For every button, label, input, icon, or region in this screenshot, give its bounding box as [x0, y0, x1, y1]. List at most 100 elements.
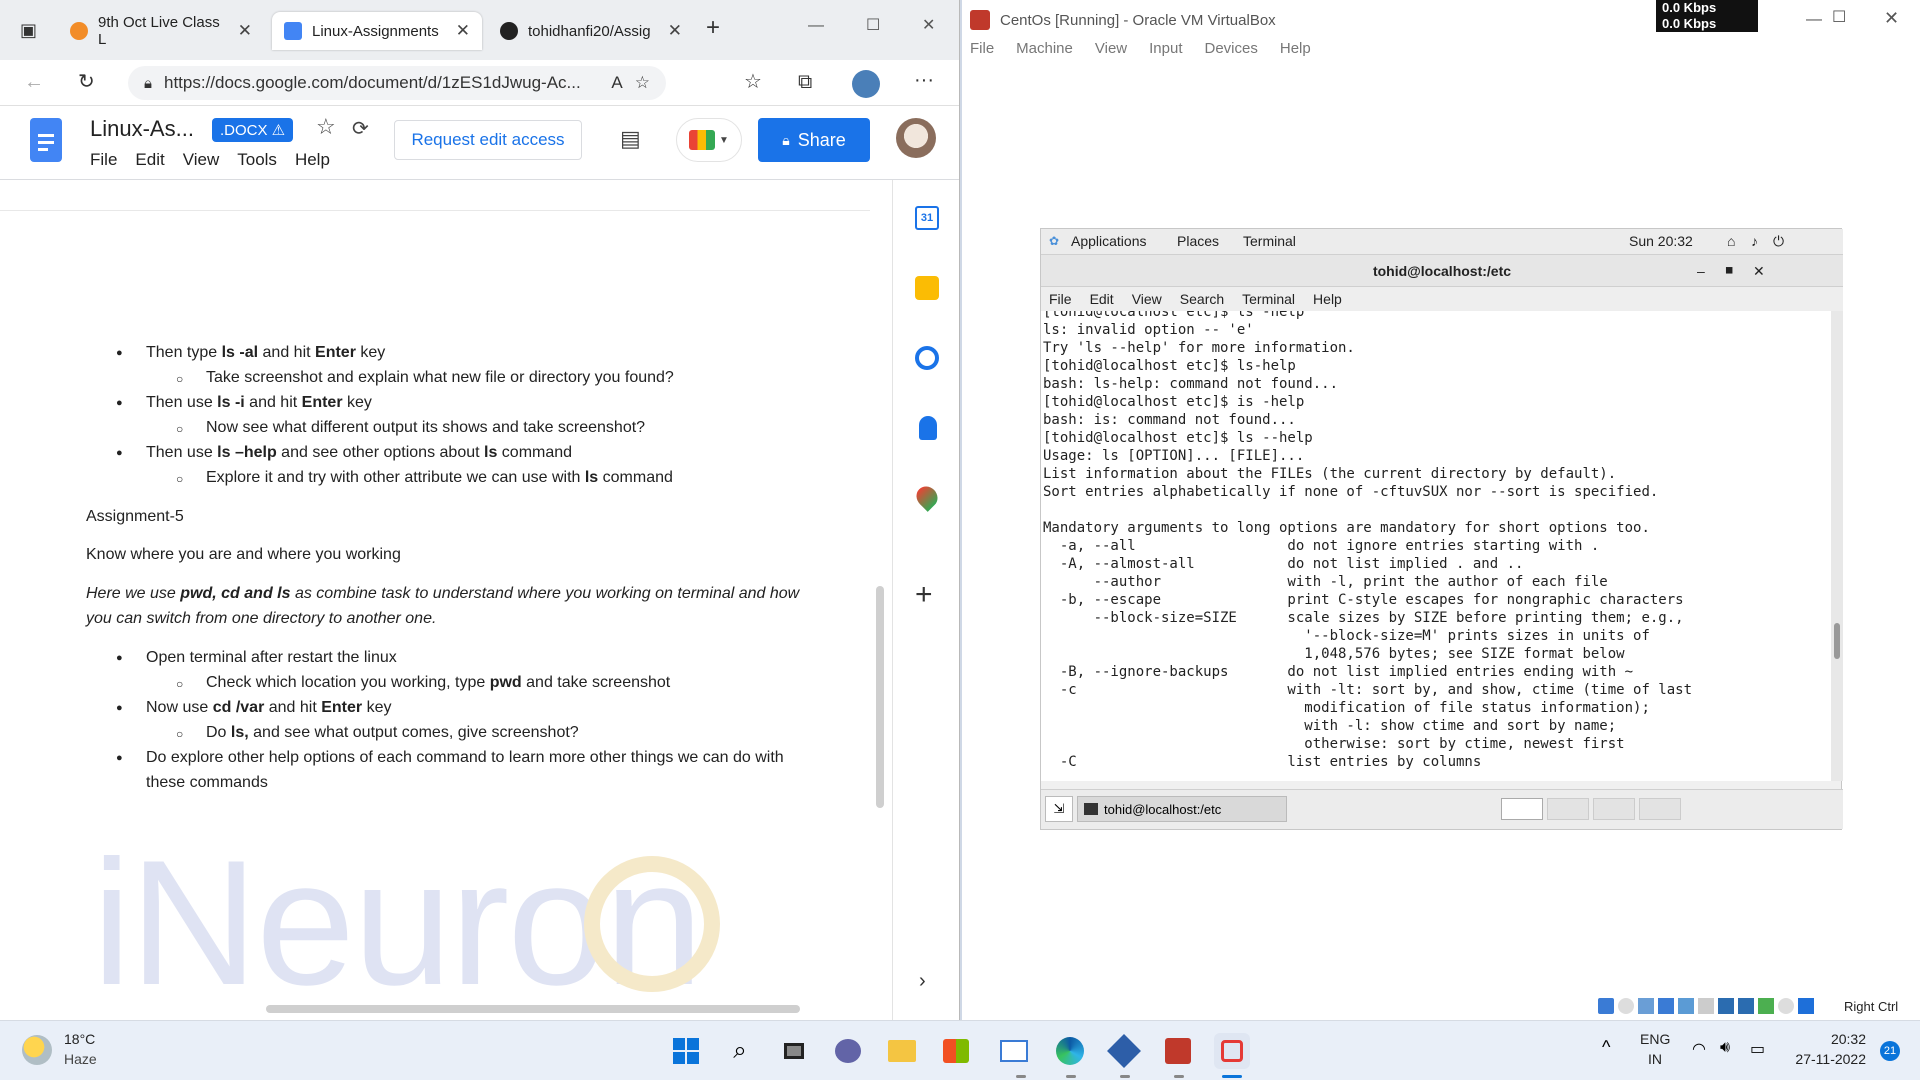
edge-icon[interactable] [1052, 1033, 1088, 1069]
menu-edit[interactable]: Edit [135, 150, 164, 170]
contacts-icon[interactable] [919, 416, 937, 440]
vbox-close-button[interactable]: ✕ [1884, 8, 1899, 28]
cpu-icon[interactable] [1758, 998, 1774, 1014]
search-icon[interactable]: ⌕ [722, 1033, 758, 1069]
user-avatar[interactable] [896, 118, 936, 158]
notification-badge[interactable]: 21 [1880, 1041, 1900, 1061]
show-desktop-icon[interactable]: ⇲ [1045, 796, 1073, 822]
recording-icon[interactable] [1738, 998, 1754, 1014]
workspace-2[interactable] [1547, 798, 1589, 820]
vbox-menu-devices[interactable]: Devices [1205, 40, 1258, 64]
weather-desc[interactable]: Haze [64, 1051, 97, 1067]
menu-help[interactable]: Help [295, 150, 330, 170]
maps-icon[interactable] [912, 482, 942, 512]
workspace-4[interactable] [1639, 798, 1681, 820]
clock-time[interactable]: 20:32 [1806, 1031, 1866, 1047]
workspace-3[interactable] [1593, 798, 1635, 820]
vbox-menu-help[interactable]: Help [1280, 40, 1311, 64]
docs-logo-icon[interactable] [30, 118, 62, 162]
add-addon-icon[interactable]: + [915, 578, 933, 612]
menu-tools[interactable]: Tools [237, 150, 277, 170]
tab-actions-icon[interactable]: ▣ [20, 20, 37, 40]
terminal-menu[interactable]: Terminal [1243, 233, 1296, 249]
network-icon[interactable]: ⌂ [1727, 233, 1735, 249]
doc-title[interactable]: Linux-As... [90, 116, 194, 142]
new-tab-button[interactable]: + [706, 16, 720, 40]
vbox-restore-button[interactable]: ☐ [1832, 8, 1846, 28]
more-menu-icon[interactable]: ··· [914, 70, 934, 90]
doc-status-icon[interactable]: ⟳ [352, 116, 369, 141]
vertical-scrollbar[interactable] [876, 586, 884, 808]
vbox-minimize-button[interactable]: — [1806, 10, 1822, 30]
snipping-tool-icon[interactable] [1214, 1033, 1250, 1069]
horizontal-scrollbar[interactable] [266, 1005, 800, 1013]
keep-icon[interactable] [915, 276, 939, 300]
profile-avatar[interactable] [852, 70, 880, 98]
tab-linux-assignments[interactable]: Linux-Assignments ✕ [272, 12, 482, 50]
optical-drive-icon[interactable] [1618, 998, 1634, 1014]
vm-display[interactable]: ✿ Applications Places Terminal Sun 20:32… [1040, 228, 1843, 830]
meet-button[interactable]: ▼ [676, 118, 742, 162]
network-adapter-icon[interactable] [1658, 998, 1674, 1014]
star-icon[interactable]: ☆ [316, 114, 336, 140]
terminal-maximize-button[interactable]: ◼ [1725, 255, 1733, 287]
weather-icon[interactable] [22, 1035, 52, 1065]
power-icon[interactable]: ⏻ [1773, 233, 1784, 250]
close-tab-icon[interactable]: ✕ [238, 21, 252, 41]
vbox-menu-file[interactable]: File [970, 40, 994, 64]
terminal-close-button[interactable]: ✕ [1753, 255, 1765, 287]
vbox-menu-machine[interactable]: Machine [1016, 40, 1073, 64]
applications-menu[interactable]: Applications [1071, 233, 1147, 249]
battery-icon[interactable]: ▭ [1750, 1039, 1765, 1059]
virtualbox-taskbar-icon[interactable] [1106, 1033, 1142, 1069]
clock-date[interactable]: 27-11-2022 [1784, 1051, 1866, 1067]
address-bar[interactable]: 🔒︎ https://docs.google.com/document/d/1z… [128, 66, 666, 100]
term-menu-search[interactable]: Search [1180, 287, 1224, 311]
calendar-icon[interactable]: 31 [915, 206, 939, 230]
show-hidden-icons-chevron-up-icon[interactable]: ^ [1602, 1037, 1610, 1058]
tasks-icon[interactable] [915, 346, 939, 370]
weather-temp[interactable]: 18°C [64, 1031, 95, 1047]
close-window-button[interactable]: ✕ [922, 16, 935, 36]
language-region[interactable]: IN [1648, 1051, 1662, 1067]
minimize-button[interactable]: — [808, 16, 824, 36]
maximize-button[interactable]: ☐ [866, 16, 880, 36]
hdd-icon[interactable] [1598, 998, 1614, 1014]
start-button[interactable] [668, 1033, 704, 1069]
comments-icon[interactable]: ▤ [620, 126, 641, 152]
refresh-icon[interactable]: ↻ [78, 72, 95, 92]
task-view-icon[interactable] [776, 1033, 812, 1069]
term-menu-view[interactable]: View [1132, 287, 1162, 311]
terminal-output[interactable]: [tohid@localhost etc]$ ls -help ls: inva… [1041, 311, 1831, 781]
close-tab-icon[interactable]: ✕ [456, 21, 470, 41]
read-aloud-icon[interactable]: A [611, 73, 622, 93]
request-edit-access-button[interactable]: Request edit access [394, 120, 582, 160]
close-tab-icon[interactable]: ✕ [668, 21, 682, 41]
term-menu-file[interactable]: File [1049, 287, 1072, 311]
volume-icon[interactable]: 🔊︎ [1720, 1039, 1730, 1057]
terminal-scrollbar[interactable] [1831, 311, 1843, 781]
file-explorer-icon[interactable] [884, 1033, 920, 1069]
terminal-minimize-button[interactable]: – [1697, 255, 1705, 287]
back-icon[interactable]: ← [24, 72, 44, 92]
audio-icon[interactable] [1638, 998, 1654, 1014]
vbox-menu-view[interactable]: View [1095, 40, 1127, 64]
volume-icon[interactable]: ♪ [1751, 233, 1758, 249]
resource-monitor-icon[interactable] [996, 1033, 1032, 1069]
menu-file[interactable]: File [90, 150, 117, 170]
favorites-icon[interactable]: ☆ [744, 72, 762, 92]
microsoft-store-icon[interactable] [938, 1033, 974, 1069]
display-icon[interactable] [1718, 998, 1734, 1014]
language-code[interactable]: ENG [1640, 1031, 1670, 1047]
chevron-right-icon[interactable]: › [919, 970, 926, 993]
docx-badge[interactable]: .DOCX ⚠ [212, 118, 294, 142]
places-menu[interactable]: Places [1177, 233, 1219, 249]
terminal-task-button[interactable]: tohid@localhost:/etc [1077, 796, 1287, 822]
tab-github[interactable]: tohidhanfi20/Assig ✕ [488, 12, 694, 50]
chat-icon[interactable] [830, 1033, 866, 1069]
vbox-menu-input[interactable]: Input [1149, 40, 1182, 64]
share-button[interactable]: 🔒︎ Share [758, 118, 870, 162]
menu-view[interactable]: View [183, 150, 220, 170]
mouse-integration-icon[interactable] [1778, 998, 1794, 1014]
shared-folder-icon[interactable] [1698, 998, 1714, 1014]
